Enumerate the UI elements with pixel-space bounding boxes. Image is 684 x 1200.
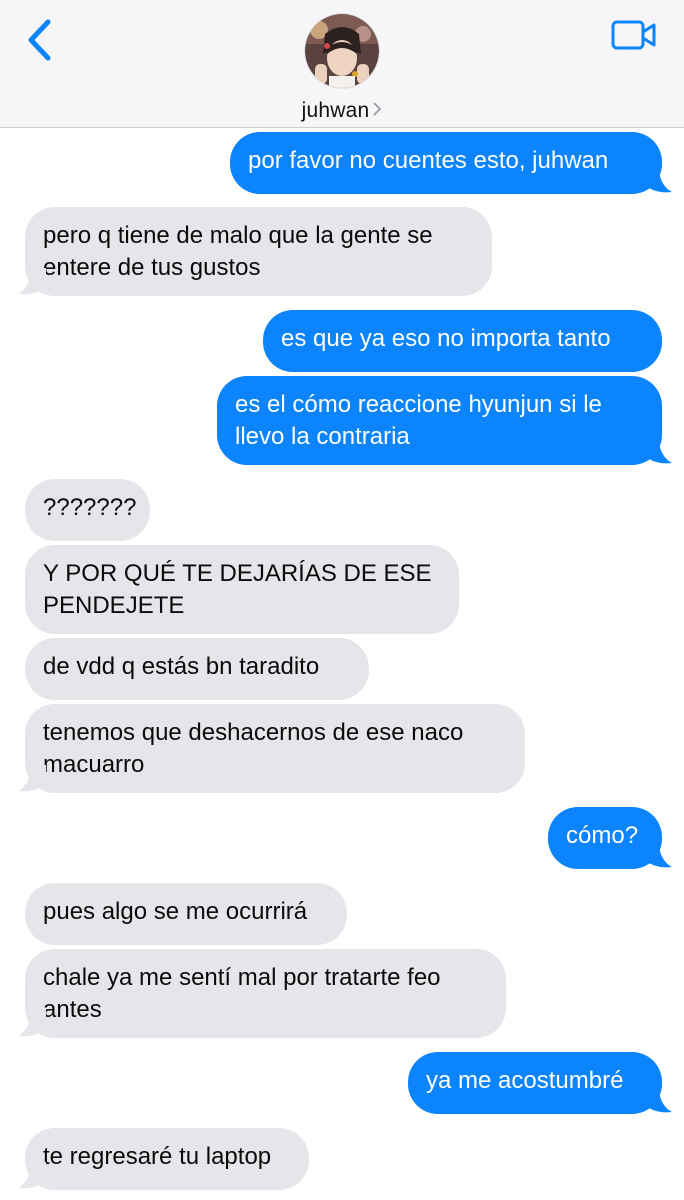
sent-bubble-tail — [644, 1086, 672, 1113]
message-text: por favor no cuentes esto, juhwan — [248, 147, 609, 174]
contact-name: juhwan — [301, 99, 370, 122]
message-text: es el cómo reaccione hyunjun si le — [235, 391, 602, 418]
message-text: de vdd q estás bn taradito — [43, 653, 320, 680]
received-message[interactable]: ??????? — [25, 479, 150, 541]
message-text: es que ya eso no importa tanto — [281, 325, 611, 352]
message-text: Y POR QUÉ TE DEJARÍAS DE ESE — [43, 560, 432, 587]
received-message[interactable]: chale ya me sentí mal por tratarte feo a… — [25, 949, 506, 1038]
message-text: tenemos que deshacernos de ese naco — [43, 719, 464, 746]
avatar-photo — [305, 14, 379, 88]
received-bubble-tail — [18, 1010, 46, 1037]
sent-message[interactable]: por favor no cuentes esto, juhwan — [230, 132, 662, 194]
message-text: ??????? — [43, 494, 137, 521]
received-message[interactable]: pues algo se me ocurrirá — [25, 883, 347, 945]
message-text: macuarro — [43, 751, 145, 778]
sent-message[interactable]: ya me acostumbré — [408, 1052, 662, 1114]
message-text: ya me acostumbré — [426, 1067, 624, 1094]
message-text: PENDEJETE — [43, 592, 185, 619]
facetime-video-button[interactable] — [611, 18, 659, 52]
sent-message[interactable]: es que ya eso no importa tanto — [263, 310, 662, 372]
message-text: te regresaré tu laptop — [43, 1143, 272, 1170]
conversation-header: juhwan — [0, 0, 684, 128]
received-message[interactable]: te regresaré tu laptop — [25, 1128, 309, 1190]
message-text: llevo la contraria — [235, 423, 410, 450]
message-text: chale ya me sentí mal por tratarte feo — [43, 964, 441, 991]
message-text: pero q tiene de malo que la gente se — [43, 222, 433, 249]
message-text: entere de tus gustos — [43, 254, 261, 281]
received-bubble-tail — [18, 268, 46, 295]
received-bubble-tail — [18, 765, 46, 792]
sent-bubble-tail — [644, 437, 672, 464]
back-button[interactable] — [20, 16, 60, 64]
sent-message[interactable]: es el cómo reaccione hyunjun si le llevo… — [217, 376, 662, 465]
sent-bubble-tail — [644, 841, 672, 868]
message-text: cómo? — [566, 822, 639, 849]
contact-name-button[interactable]: juhwan — [0, 98, 684, 123]
received-message[interactable]: Y POR QUÉ TE DEJARÍAS DE ESE PENDEJETE — [25, 545, 459, 634]
sent-bubble-tail — [644, 166, 672, 193]
chevron-left-icon — [28, 19, 51, 61]
received-message[interactable]: de vdd q estás bn taradito — [25, 638, 369, 700]
message-text: antes — [43, 996, 102, 1023]
received-message[interactable]: pero q tiene de malo que la gente se ent… — [25, 207, 492, 296]
avatar[interactable] — [305, 14, 379, 88]
received-bubble-tail — [18, 1162, 46, 1189]
received-message[interactable]: tenemos que deshacernos de ese naco macu… — [25, 704, 525, 793]
message-text: pues algo se me ocurrirá — [43, 898, 308, 925]
video-camera-icon — [611, 20, 656, 50]
chevron-right-icon — [373, 98, 382, 122]
